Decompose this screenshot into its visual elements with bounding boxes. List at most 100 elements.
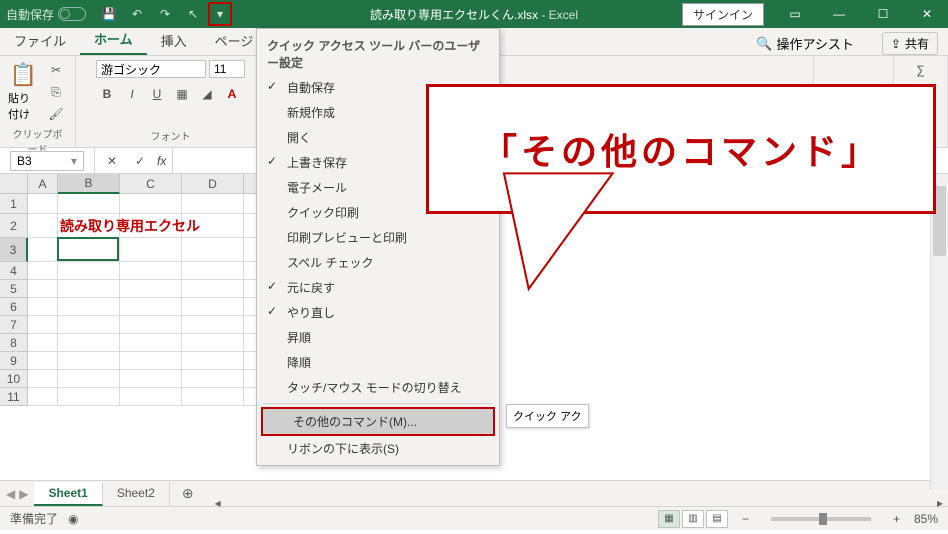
select-all-cell[interactable] [0, 174, 28, 194]
cell[interactable] [120, 316, 182, 334]
undo-icon[interactable]: ↶ [124, 2, 150, 26]
tell-me[interactable]: 操作アシスト [776, 34, 853, 53]
row-header[interactable]: 1 [0, 194, 28, 214]
row-header[interactable]: 3 [0, 238, 28, 262]
column-header[interactable]: D [182, 174, 244, 194]
page-layout-view-button[interactable]: ▥ [682, 510, 704, 528]
cell[interactable] [28, 388, 58, 406]
tab-ホーム[interactable]: ホーム [80, 24, 147, 55]
zoom-in-button[interactable]: + [889, 512, 904, 526]
cell[interactable] [182, 388, 244, 406]
menu-item[interactable]: 昇順 [257, 325, 499, 350]
menu-item[interactable]: 降順 [257, 350, 499, 375]
tab-ファイル[interactable]: ファイル [0, 26, 80, 55]
row-header[interactable]: 5 [0, 280, 28, 298]
fill-color-icon[interactable]: ◢ [196, 84, 218, 104]
row-header[interactable]: 6 [0, 298, 28, 316]
cell[interactable] [120, 262, 182, 280]
row-header[interactable]: 10 [0, 370, 28, 388]
cell[interactable] [58, 334, 120, 352]
bold-icon[interactable]: B [96, 84, 118, 104]
cell[interactable] [58, 370, 120, 388]
save-icon[interactable]: 💾 [96, 2, 122, 26]
cell[interactable] [58, 388, 120, 406]
redo-icon[interactable]: ↷ [152, 2, 178, 26]
cell[interactable] [28, 316, 58, 334]
format-painter-icon[interactable]: 🖌 [45, 104, 67, 124]
column-header[interactable]: C [120, 174, 182, 194]
cell[interactable] [58, 238, 120, 262]
cell[interactable] [28, 298, 58, 316]
zoom-level[interactable]: 85% [914, 512, 938, 526]
cell[interactable] [120, 280, 182, 298]
column-header[interactable]: A [28, 174, 58, 194]
cell[interactable] [182, 280, 244, 298]
row-header[interactable]: 2 [0, 214, 28, 238]
cell[interactable] [120, 388, 182, 406]
sheet-nav[interactable]: ◀▶ [0, 487, 34, 501]
cell[interactable] [28, 352, 58, 370]
cell[interactable] [182, 238, 244, 262]
font-size-select[interactable] [209, 60, 245, 78]
cell[interactable] [182, 370, 244, 388]
cell[interactable] [58, 262, 120, 280]
autosum-icon[interactable]: ∑ [910, 60, 932, 80]
cell[interactable] [120, 334, 182, 352]
cell[interactable] [120, 352, 182, 370]
cell[interactable] [58, 194, 120, 214]
copy-icon[interactable]: ⎘ [45, 82, 67, 102]
cell[interactable] [120, 194, 182, 214]
cell[interactable] [28, 280, 58, 298]
border-icon[interactable]: ▦ [171, 84, 193, 104]
close-button[interactable]: ✕ [906, 0, 948, 28]
autosave-toggle[interactable]: 自動保存 [0, 6, 92, 23]
cell[interactable] [58, 280, 120, 298]
share-button[interactable]: ⇪ 共有 [882, 32, 938, 55]
menu-item[interactable]: タッチ/マウス モードの切り替え [257, 375, 499, 400]
row-header[interactable]: 8 [0, 334, 28, 352]
italic-icon[interactable]: I [121, 84, 143, 104]
underline-icon[interactable]: U [146, 84, 168, 104]
signin-button[interactable]: サインイン [682, 3, 764, 26]
row-header[interactable]: 4 [0, 262, 28, 280]
cell[interactable] [120, 238, 182, 262]
pointer-icon[interactable]: ↖ [180, 2, 206, 26]
macro-record-icon[interactable]: ◉ [68, 512, 78, 526]
font-color-icon[interactable]: A [221, 84, 243, 104]
font-name-select[interactable] [96, 60, 206, 78]
cell[interactable] [58, 352, 120, 370]
cell[interactable] [182, 316, 244, 334]
ribbon-display-icon[interactable]: ▭ [774, 0, 816, 28]
menu-item-more-commands[interactable]: その他のコマンド(M)... [263, 409, 493, 434]
cell[interactable] [182, 298, 244, 316]
paste-icon[interactable]: 📋 [10, 62, 37, 88]
row-header[interactable]: 9 [0, 352, 28, 370]
fx-icon[interactable]: fx [157, 154, 166, 168]
minimize-button[interactable]: — [818, 0, 860, 28]
menu-item-show-below-ribbon[interactable]: リボンの下に表示(S) [257, 436, 499, 461]
add-sheet-button[interactable]: ⊕ [170, 485, 206, 502]
cell[interactable] [28, 238, 58, 262]
sheet-tab[interactable]: Sheet2 [103, 482, 170, 506]
tab-挿入[interactable]: 挿入 [147, 26, 201, 55]
normal-view-button[interactable]: ▦ [658, 510, 680, 528]
cell[interactable] [28, 334, 58, 352]
enter-icon[interactable]: ✓ [129, 151, 151, 171]
maximize-button[interactable]: ☐ [862, 0, 904, 28]
cell[interactable] [120, 370, 182, 388]
cell[interactable] [28, 370, 58, 388]
cell[interactable] [182, 352, 244, 370]
row-header[interactable]: 11 [0, 388, 28, 406]
zoom-out-button[interactable]: − [738, 512, 753, 526]
cell[interactable] [58, 298, 120, 316]
column-header[interactable]: B [58, 174, 120, 194]
cell[interactable] [58, 316, 120, 334]
cut-icon[interactable]: ✂ [45, 60, 67, 80]
page-break-view-button[interactable]: ▤ [706, 510, 728, 528]
cell[interactable] [28, 262, 58, 280]
zoom-slider[interactable] [771, 517, 871, 521]
cell[interactable] [182, 334, 244, 352]
cancel-icon[interactable]: ✕ [101, 151, 123, 171]
name-box[interactable]: B3▾ [10, 151, 84, 171]
cell[interactable] [182, 194, 244, 214]
